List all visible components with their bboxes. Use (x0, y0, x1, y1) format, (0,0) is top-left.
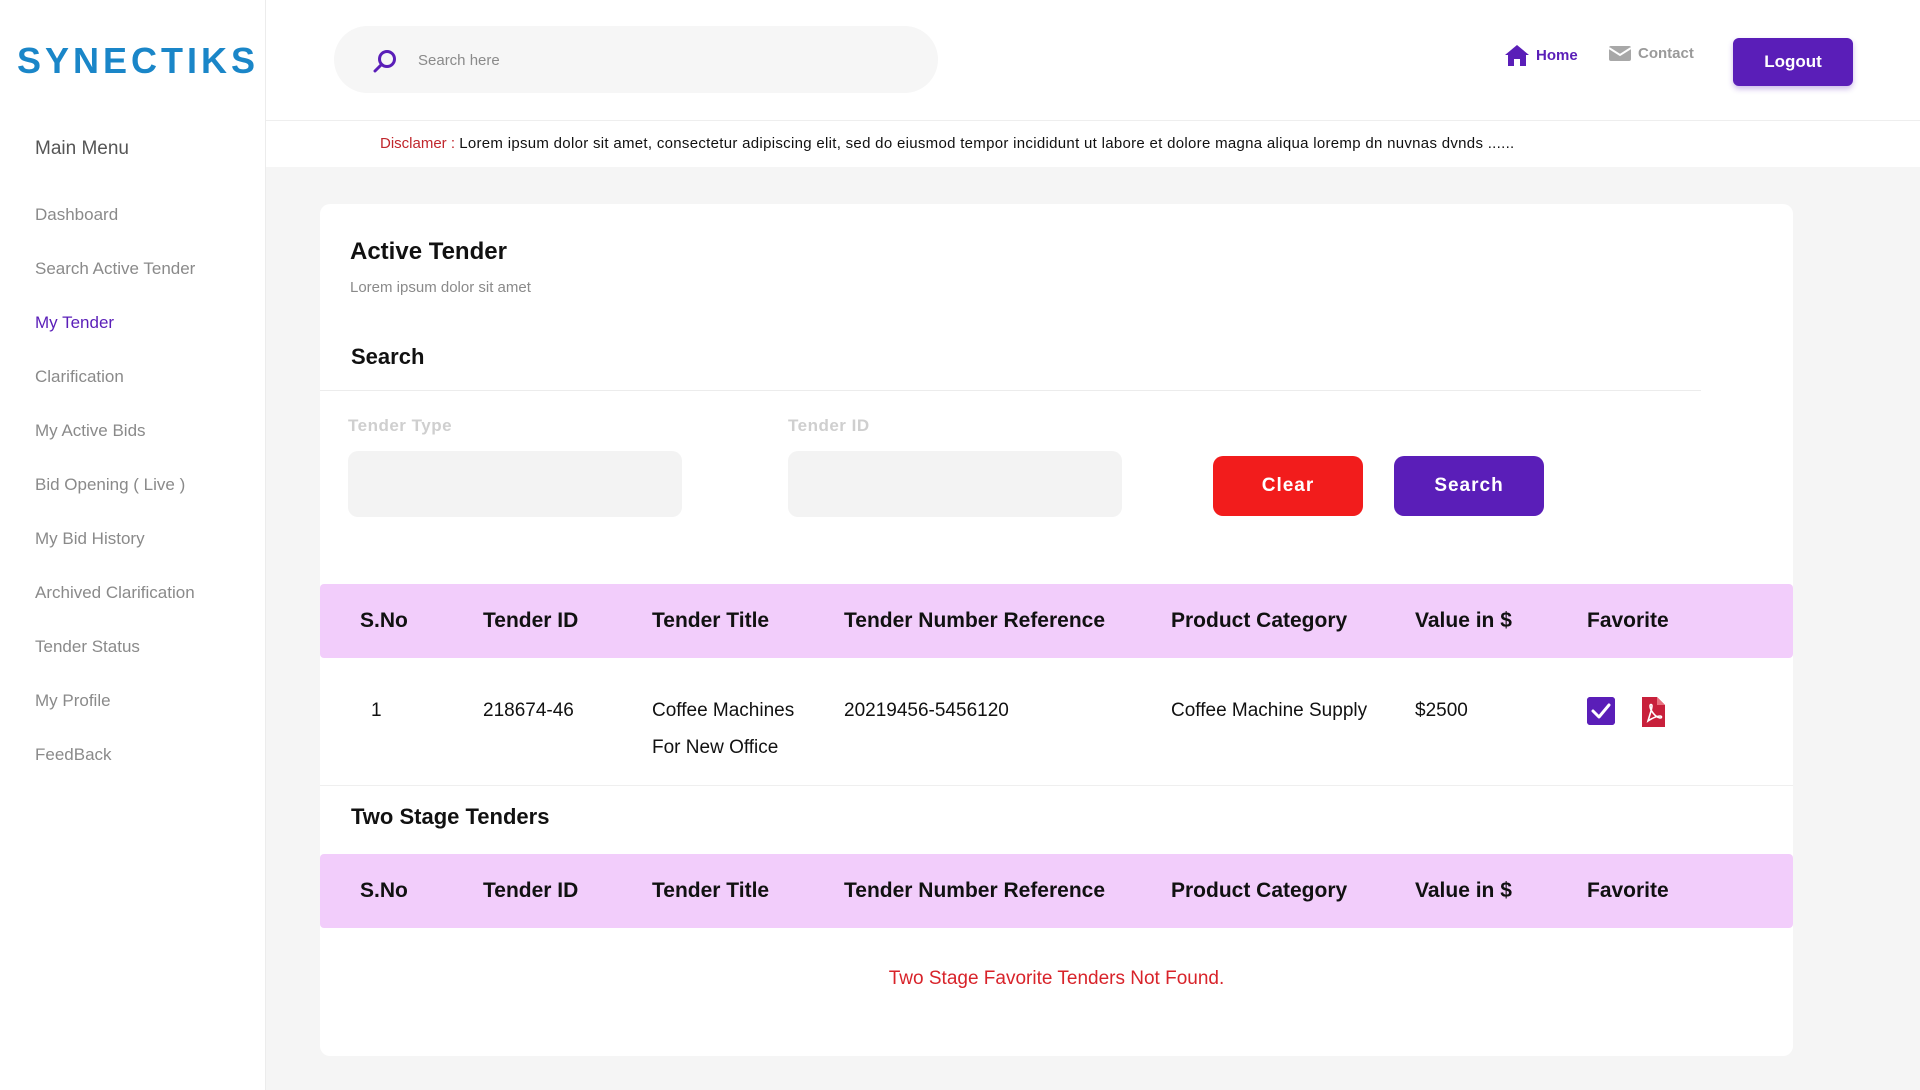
search-input[interactable] (418, 44, 898, 76)
two-stage-tenders-title: Two Stage Tenders (351, 804, 550, 829)
disclaimer-text: Lorem ipsum dolor sit amet, consectetur … (459, 135, 1515, 152)
two-stage-column-header-tender-number-reference[interactable]: Tender Number Reference (844, 854, 1105, 928)
sidebar-item-dashboard[interactable]: Dashboard (35, 200, 195, 254)
table-row: 1 218674-46 Coffee Machines For New Offi… (320, 658, 1793, 786)
sidebar-item-my-bid-history[interactable]: My Bid History (35, 524, 195, 578)
active-tender-card: Active Tender Lorem ipsum dolor sit amet… (320, 204, 1793, 1056)
tender-id-label: Tender ID (788, 416, 870, 435)
tender-type-label: Tender Type (348, 416, 453, 435)
column-header-favorite[interactable]: Favorite (1587, 584, 1669, 658)
checkbox-checked-icon[interactable] (1587, 697, 1615, 725)
top-header: Home Contact Logout (266, 0, 1920, 121)
sidebar-menu: Dashboard Search Active Tender My Tender… (35, 200, 195, 794)
sidebar-item-search-active-tender[interactable]: Search Active Tender (35, 254, 195, 308)
empty-state-message: Two Stage Favorite Tenders Not Found. (888, 968, 1225, 989)
page-subtitle: Lorem ipsum dolor sit amet (350, 279, 531, 296)
row-tender-title: Coffee Machines For New Office (652, 700, 795, 758)
pdf-icon[interactable] (1640, 696, 1666, 728)
tender-id-input[interactable] (788, 451, 1122, 517)
main-menu-title: Main Menu (35, 138, 129, 159)
column-header-sno[interactable]: S.No (360, 584, 408, 658)
mail-icon (1608, 46, 1632, 61)
row-tender-id: 218674-46 (483, 700, 574, 721)
tender-type-input[interactable] (348, 451, 682, 517)
home-icon (1505, 45, 1529, 66)
row-sno: 1 (371, 700, 382, 721)
column-header-tender-id[interactable]: Tender ID (483, 584, 578, 658)
search-section-title: Search (351, 344, 425, 369)
global-search (334, 26, 938, 93)
search-icon[interactable] (372, 48, 398, 74)
two-stage-column-header-value[interactable]: Value in $ (1415, 854, 1512, 928)
sidebar: SYNECTIKS Main Menu Dashboard Search Act… (0, 0, 266, 1090)
sidebar-item-my-tender[interactable]: My Tender (35, 308, 195, 362)
column-header-product-category[interactable]: Product Category (1171, 584, 1347, 658)
home-link[interactable]: Home (1504, 43, 1578, 67)
logout-button[interactable]: Logout (1733, 38, 1853, 86)
column-header-tender-number-reference[interactable]: Tender Number Reference (844, 584, 1105, 658)
two-stage-column-header-tender-title[interactable]: Tender Title (652, 854, 769, 928)
contact-link[interactable]: Contact (1608, 43, 1694, 63)
sidebar-item-archived-clarification[interactable]: Archived Clarification (35, 578, 195, 632)
contact-label: Contact (1638, 44, 1694, 62)
row-product-category: Coffee Machine Supply (1171, 700, 1368, 721)
two-stage-column-header-tender-id[interactable]: Tender ID (483, 854, 578, 928)
two-stage-table-header: S.No Tender ID Tender Title Tender Numbe… (320, 854, 1793, 928)
row-tender-reference: 20219456-5456120 (844, 700, 1009, 721)
disclaimer-label: Disclamer (380, 135, 447, 152)
page-title: Active Tender (350, 238, 507, 265)
disclaimer-bar: Disclamer : Lorem ipsum dolor sit amet, … (266, 121, 1920, 167)
column-header-tender-title[interactable]: Tender Title (652, 584, 769, 658)
sidebar-item-tender-status[interactable]: Tender Status (35, 632, 195, 686)
sidebar-item-bid-opening-live[interactable]: Bid Opening ( Live ) (35, 470, 195, 524)
search-button[interactable]: Search (1394, 456, 1544, 516)
two-stage-column-header-sno[interactable]: S.No (360, 854, 408, 928)
two-stage-column-header-product-category[interactable]: Product Category (1171, 854, 1347, 928)
two-stage-column-header-favorite[interactable]: Favorite (1587, 854, 1669, 928)
sidebar-item-feedback[interactable]: FeedBack (35, 740, 195, 794)
synectiks-logo[interactable]: SYNECTIKS (17, 40, 259, 82)
disclaimer-separator: : (450, 135, 456, 152)
sidebar-item-my-profile[interactable]: My Profile (35, 686, 195, 740)
section-divider (320, 390, 1701, 391)
home-label: Home (1536, 46, 1578, 64)
active-tenders-table-header: S.No Tender ID Tender Title Tender Numbe… (320, 584, 1793, 658)
row-value: $2500 (1415, 700, 1468, 721)
column-header-value[interactable]: Value in $ (1415, 584, 1512, 658)
sidebar-item-clarification[interactable]: Clarification (35, 362, 195, 416)
sidebar-item-my-active-bids[interactable]: My Active Bids (35, 416, 195, 470)
clear-button[interactable]: Clear (1213, 456, 1363, 516)
